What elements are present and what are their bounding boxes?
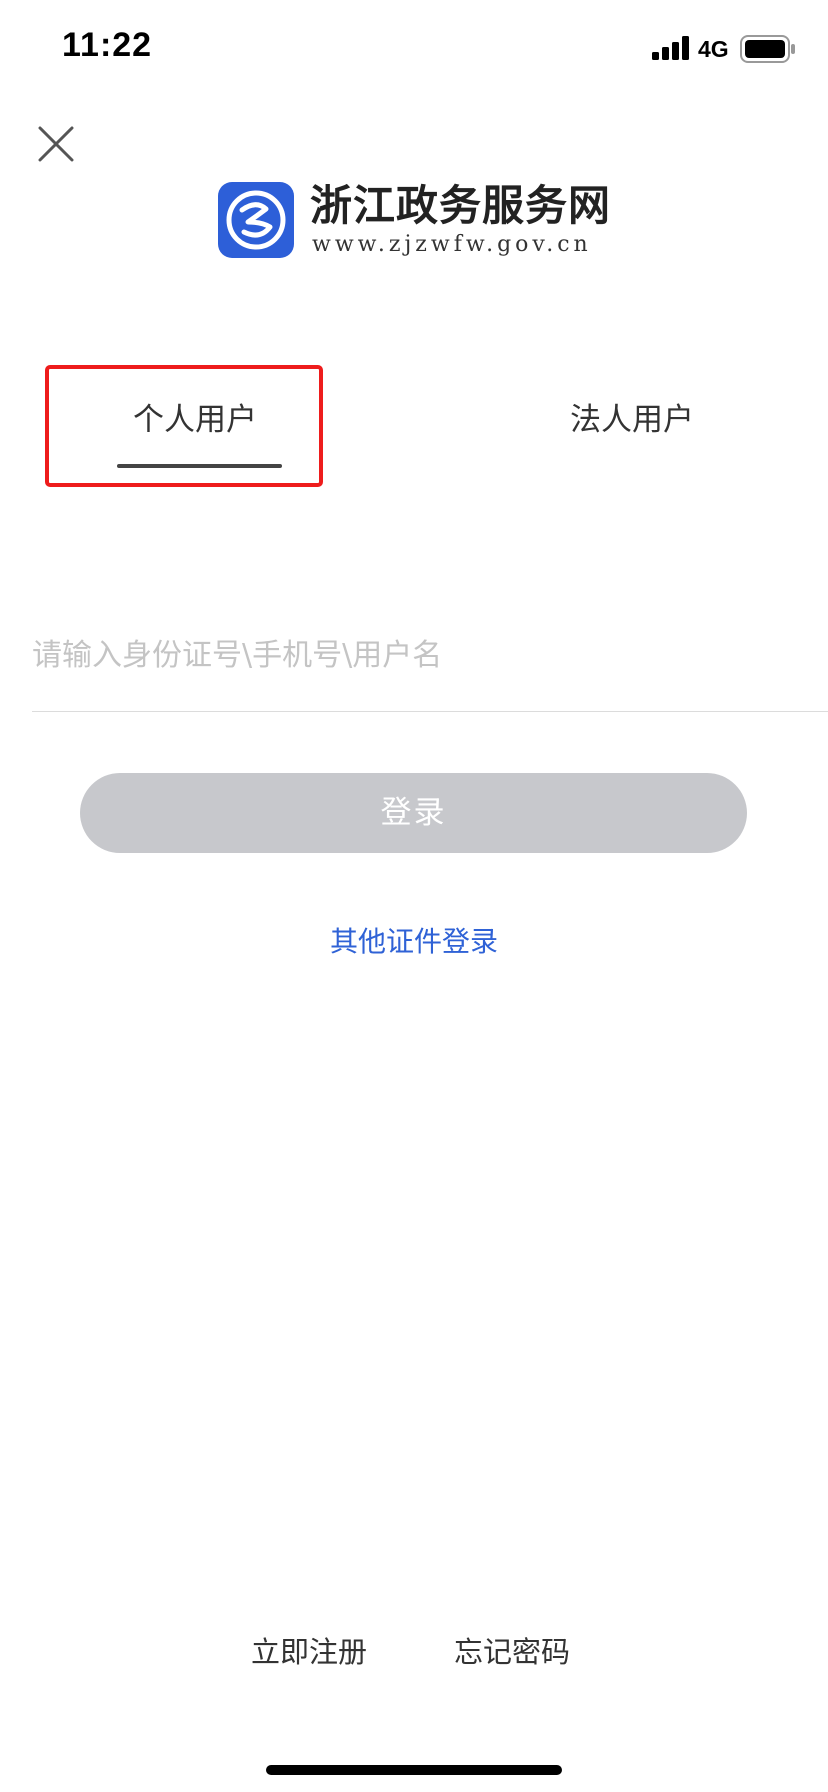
network-type-label: 4G (698, 36, 729, 62)
tab-legal-person-user[interactable]: 法人用户 (570, 400, 694, 440)
input-divider (32, 711, 828, 712)
status-time: 11:22 (62, 26, 153, 64)
logo-emblem-icon (218, 182, 294, 258)
account-input[interactable] (32, 625, 828, 685)
cellular-signal-icon (652, 36, 689, 60)
close-icon[interactable] (36, 124, 76, 164)
home-indicator[interactable] (266, 1765, 562, 1775)
highlight-annotation-box (45, 365, 323, 487)
login-button[interactable]: 登录 (80, 773, 747, 853)
site-title: 浙江政务服务网 (310, 181, 612, 230)
battery-icon (740, 35, 795, 63)
other-certificate-login-link[interactable]: 其他证件登录 (0, 922, 828, 962)
register-link[interactable]: 立即注册 (251, 1632, 367, 1672)
forgot-password-link[interactable]: 忘记密码 (454, 1632, 570, 1672)
site-url: www.zjzwfw.gov.cn (312, 232, 592, 257)
status-bar: 11:22 4G (0, 0, 828, 100)
site-logo: 浙江政务服务网 www.zjzwfw.gov.cn (218, 182, 618, 262)
